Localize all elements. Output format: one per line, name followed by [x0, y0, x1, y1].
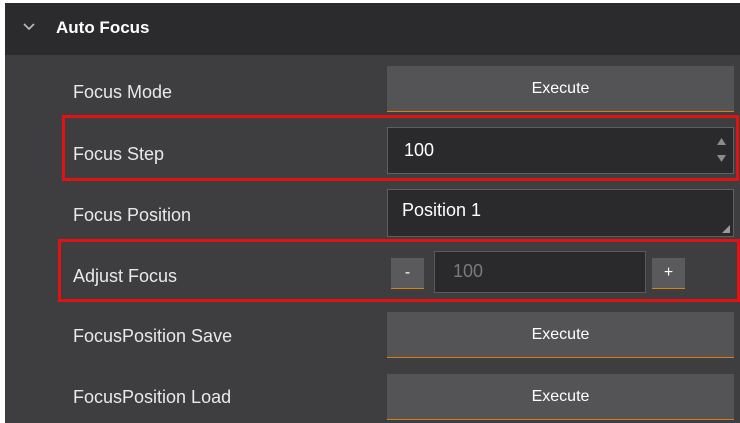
resize-grip-icon: [722, 225, 730, 233]
auto-focus-panel: Auto Focus Focus Mode Execute Focus Step…: [5, 3, 740, 423]
focus-step-highlight: [62, 115, 739, 181]
focus-mode-label: Focus Mode: [73, 82, 173, 102]
focus-position-select[interactable]: Position 1: [387, 189, 734, 237]
focus-position-load-execute-button[interactable]: Execute: [387, 374, 734, 420]
chevron-down-icon[interactable]: [23, 23, 35, 31]
focus-mode-execute-button[interactable]: Execute: [387, 66, 734, 112]
focus-position-save-label: FocusPosition Save: [73, 326, 233, 346]
focus-position-load-label: FocusPosition Load: [73, 387, 232, 407]
focus-position-save-execute-button[interactable]: Execute: [387, 312, 734, 358]
adjust-focus-highlight: [58, 239, 740, 302]
focus-position-value: Position 1: [402, 200, 482, 220]
section-header[interactable]: Auto Focus: [5, 3, 740, 55]
section-title: Auto Focus: [56, 18, 150, 37]
focus-position-label: Focus Position: [73, 205, 192, 225]
